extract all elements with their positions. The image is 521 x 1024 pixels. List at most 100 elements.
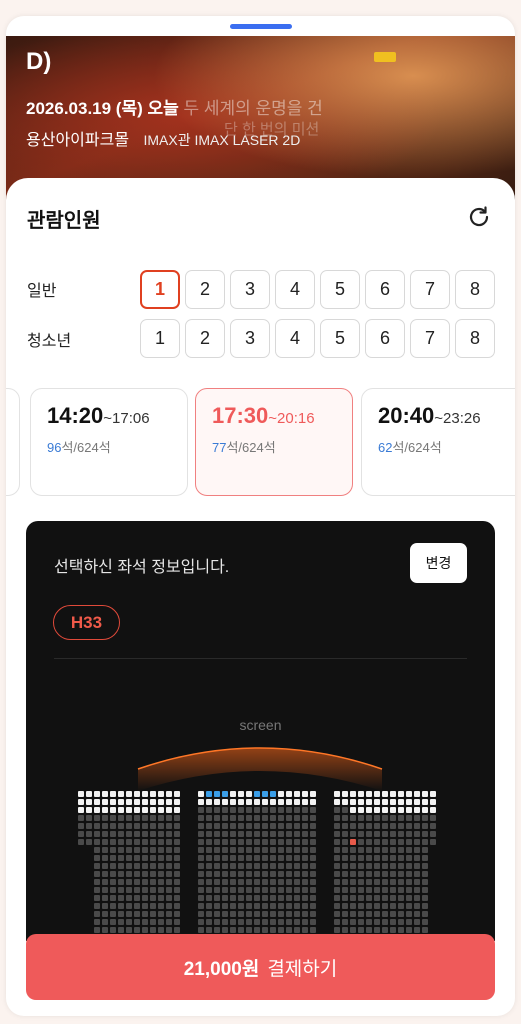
showtime-time: 20:40~23:26 (378, 403, 481, 429)
seat (238, 799, 244, 805)
seat (142, 887, 148, 893)
count-option[interactable]: 2 (185, 319, 225, 358)
seat (350, 871, 356, 877)
seat (414, 855, 420, 861)
seat (254, 895, 260, 901)
seat (102, 879, 108, 885)
seat (238, 807, 244, 813)
count-option[interactable]: 7 (410, 270, 450, 309)
seat (158, 903, 164, 909)
seat (398, 887, 404, 893)
general-label: 일반 (27, 283, 57, 300)
seat (78, 815, 84, 821)
seat (278, 863, 284, 869)
seat (110, 847, 116, 853)
showtime-card[interactable]: 20:40~23:26 62석/624석 (361, 388, 515, 496)
seats-available: 96 (47, 440, 62, 455)
seat (238, 895, 244, 901)
seat (294, 791, 300, 797)
change-seat-button[interactable]: 변경 (410, 543, 467, 583)
seat (246, 831, 252, 837)
seat (246, 919, 252, 925)
seat (214, 911, 220, 917)
seat (238, 903, 244, 909)
poster-tagline: 두 세계의 운명을 건 (183, 99, 323, 118)
seat (302, 903, 308, 909)
seat (414, 847, 420, 853)
seat (262, 847, 268, 853)
seat (310, 863, 316, 869)
seat (222, 791, 228, 797)
seat (414, 919, 420, 925)
seat (430, 831, 436, 837)
seat (262, 927, 268, 933)
seat (382, 807, 388, 813)
refresh-icon[interactable] (466, 204, 492, 230)
seat (134, 791, 140, 797)
seat (110, 879, 116, 885)
count-option[interactable]: 4 (275, 270, 315, 309)
seats-total: 석/624석 (226, 440, 276, 455)
seat (198, 903, 204, 909)
seat (166, 831, 172, 837)
seat (126, 807, 132, 813)
seat (366, 895, 372, 901)
seat (238, 855, 244, 861)
showtime-time: 14:20~17:06 (47, 403, 150, 429)
seat (94, 927, 100, 933)
seat (342, 831, 348, 837)
count-option[interactable]: 1 (140, 270, 180, 309)
pay-button[interactable]: 21,000원 결제하기 (26, 934, 495, 1000)
count-option[interactable]: 2 (185, 270, 225, 309)
seat (310, 807, 316, 813)
seat (214, 799, 220, 805)
seat (158, 791, 164, 797)
seat (174, 799, 180, 805)
seat (406, 871, 412, 877)
seat (414, 839, 420, 845)
seat (286, 791, 292, 797)
seat (134, 855, 140, 861)
seat (286, 903, 292, 909)
seat (110, 895, 116, 901)
seat-map[interactable] (26, 731, 495, 941)
seat (422, 903, 428, 909)
seat (334, 895, 340, 901)
count-option[interactable]: 8 (455, 270, 495, 309)
seat (166, 799, 172, 805)
count-option[interactable]: 1 (140, 319, 180, 358)
seat (78, 807, 84, 813)
showtime-card-selected[interactable]: 17:30~20:16 77석/624석 (195, 388, 353, 496)
seat (134, 871, 140, 877)
seat (198, 927, 204, 933)
seat (214, 863, 220, 869)
seat (430, 791, 436, 797)
count-option[interactable]: 5 (320, 319, 360, 358)
seat (358, 823, 364, 829)
seat (358, 831, 364, 837)
seat (198, 823, 204, 829)
count-option[interactable]: 4 (275, 319, 315, 358)
seat (302, 927, 308, 933)
count-option[interactable]: 3 (230, 319, 270, 358)
showtime-card[interactable]: 14:20~17:06 96석/624석 (30, 388, 188, 496)
seat (86, 807, 92, 813)
showtime-card-prev[interactable] (6, 388, 20, 496)
seat (238, 863, 244, 869)
count-option[interactable]: 8 (455, 319, 495, 358)
drag-handle[interactable] (230, 24, 292, 29)
count-option[interactable]: 6 (365, 270, 405, 309)
seat (278, 823, 284, 829)
seat (382, 791, 388, 797)
seat (78, 831, 84, 837)
seat (102, 855, 108, 861)
seat (310, 927, 316, 933)
count-option[interactable]: 5 (320, 270, 360, 309)
seat (102, 887, 108, 893)
count-option[interactable]: 7 (410, 319, 450, 358)
seat (334, 871, 340, 877)
count-option[interactable]: 6 (365, 319, 405, 358)
count-option[interactable]: 3 (230, 270, 270, 309)
seat (334, 791, 340, 797)
seat (102, 895, 108, 901)
